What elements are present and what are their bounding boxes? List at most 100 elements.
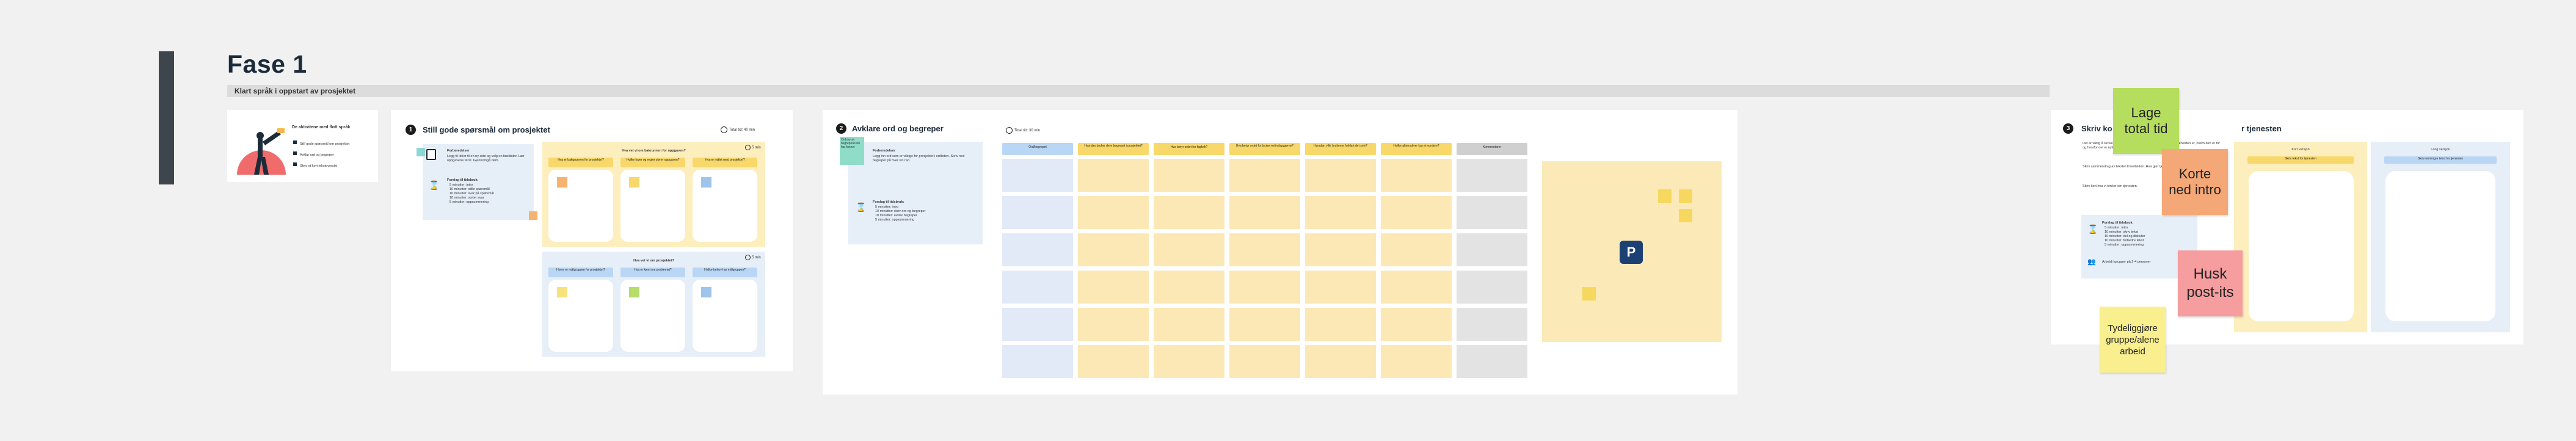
table-body: [1002, 159, 1527, 379]
column-header: Hvilke lover og regler styrer oppgaven?: [620, 158, 685, 167]
phase-subtitle: Klart språk i oppstart av prosjektet: [235, 87, 356, 95]
green-sticky-note[interactable]: Ordsky av begrepene du har funnet: [840, 137, 864, 165]
table-header: Hvordan bruker dere begrepet i prosjekte…: [1078, 143, 1149, 155]
forslag-item: 10 minutter: forbedre tekst: [2105, 239, 2144, 242]
table-cell[interactable]: [1002, 308, 1073, 341]
table-cell[interactable]: [1305, 308, 1376, 341]
sticky-note[interactable]: [629, 177, 639, 188]
sticky-note-husk-post-its[interactable]: Husk post-its: [2178, 250, 2243, 316]
parking-lot[interactable]: P: [1542, 161, 1722, 342]
column-header: Hva er målet med prosjektet?: [693, 158, 757, 167]
sticky-note[interactable]: [557, 287, 567, 297]
table-cell[interactable]: [1229, 196, 1300, 229]
table-header: Kommentarer: [1457, 143, 1527, 155]
panel-header: Hva vet vi om prosjektet?: [633, 259, 674, 263]
table-cell[interactable]: [1381, 196, 1452, 229]
sticky-note[interactable]: [701, 287, 711, 297]
table-cell[interactable]: [1154, 271, 1224, 304]
table-cell[interactable]: [1457, 196, 1527, 229]
table-cell[interactable]: [1381, 271, 1452, 304]
column-header: Skriv en lengre tekst for tjenesten: [2384, 156, 2497, 164]
table-cell[interactable]: [1305, 345, 1376, 378]
table-cell[interactable]: [1078, 196, 1149, 229]
timer-icon: [721, 126, 727, 133]
table-row: [1002, 196, 1527, 229]
table-cell[interactable]: [1381, 233, 1452, 266]
forslag-item: 5 minutter: oppsummering: [2105, 243, 2144, 247]
table-cell[interactable]: [1457, 345, 1527, 378]
table-cell[interactable]: [1078, 308, 1149, 341]
table-cell[interactable]: [1229, 308, 1300, 341]
forslag-item: 5 minutter: oppsummering: [875, 218, 914, 222]
intro-heading: De aktivitene med flott språk: [292, 125, 351, 129]
table-cell[interactable]: [1002, 345, 1073, 378]
table-cell[interactable]: [1078, 233, 1149, 266]
table-cell[interactable]: [1381, 308, 1452, 341]
intro-item-label: Skriv et kort tekstoversikt: [300, 164, 338, 168]
forslag-item: 10 minutter: del og diskuter: [2105, 235, 2145, 238]
table-cell[interactable]: [1229, 271, 1300, 304]
section1-frame[interactable]: 1 Still gode spørsmål om prosjektet Tota…: [391, 110, 793, 371]
table-cell[interactable]: [1381, 159, 1452, 192]
forslag-item: 5 minutter: oppsummering: [449, 200, 489, 204]
table-cell[interactable]: [1002, 196, 1073, 229]
sticky-note[interactable]: [1582, 287, 1596, 301]
section1-number: 1: [406, 125, 416, 135]
upper-question-panel: 5 min Hva vet vi om bakrunnen for oppgav…: [542, 142, 765, 247]
table-cell[interactable]: [1002, 233, 1073, 266]
table-cell[interactable]: [1229, 159, 1300, 192]
section3-title: Skriv ko: [2081, 124, 2112, 133]
forslag-title: Forslag til tidsbruk:: [447, 178, 479, 182]
section1-timer: Total tid: 40 min: [721, 126, 755, 133]
section2-frame[interactable]: 2 Avklare ord og begreper Total tid: 30 …: [823, 110, 1737, 395]
table-cell[interactable]: [1229, 233, 1300, 266]
table-header: Hvilke alternativer kan vi vurdere?: [1381, 143, 1452, 155]
table-cell[interactable]: [1305, 271, 1376, 304]
table-header: Hvordan ville brukerne forklart det selv…: [1305, 143, 1376, 155]
table-cell[interactable]: [1457, 233, 1527, 266]
hourglass-icon: ⌛: [2087, 224, 2098, 234]
sticky-note[interactable]: [1679, 209, 1692, 222]
table-cell[interactable]: [1457, 271, 1527, 304]
intro-item-label: Still gode spørsmål om prosjektet: [300, 142, 350, 146]
short-version-panel: Kort versjon Skriv tekst for tjenesten: [2234, 142, 2367, 332]
section2-number: 2: [836, 123, 846, 134]
sticky-note-korte-ned-intro[interactable]: Korte ned intro: [2162, 149, 2228, 215]
table-cell[interactable]: [1457, 308, 1527, 341]
table-cell[interactable]: [1078, 345, 1149, 378]
sticky-note[interactable]: [629, 287, 639, 297]
forslag-item: 10 minutter: sorter svar: [449, 196, 484, 200]
long-version-panel: Lang versjon Skriv en lengre tekst for t…: [2371, 142, 2510, 332]
table-cell[interactable]: [1002, 271, 1073, 304]
sticky-note-lage-total-tid[interactable]: Lage total tid: [2113, 88, 2179, 154]
sticky-note[interactable]: [701, 177, 711, 188]
table-cell[interactable]: [1154, 196, 1224, 229]
sticky-note-tydeliggjore[interactable]: Tydeliggjøre gruppe/alene arbeid: [2100, 307, 2166, 373]
table-cell[interactable]: [1229, 345, 1300, 378]
forslag-item: 10 minutter: skriv tekst: [2105, 230, 2139, 234]
table-cell[interactable]: [1002, 159, 1073, 192]
table-cell[interactable]: [1305, 233, 1376, 266]
table-cell[interactable]: [1078, 271, 1149, 304]
sticky-note[interactable]: [557, 177, 567, 188]
section2-timer: Total tid: 30 min: [1006, 127, 1040, 134]
writing-area[interactable]: [2249, 171, 2354, 321]
sticky-note[interactable]: [1658, 189, 1672, 203]
table-cell[interactable]: [1154, 159, 1224, 192]
teal-sticky-note[interactable]: [417, 148, 425, 156]
table-cell[interactable]: [1154, 308, 1224, 341]
writing-area[interactable]: [2385, 171, 2495, 321]
table-cell[interactable]: [1305, 159, 1376, 192]
table-cell[interactable]: [1457, 159, 1527, 192]
table-cell[interactable]: [1154, 345, 1224, 378]
orange-sticky-note[interactable]: [529, 211, 537, 220]
table-cell[interactable]: [1305, 196, 1376, 229]
table-cell[interactable]: [1154, 233, 1224, 266]
intro-card[interactable]: De aktivitene med flott språk Still gode…: [227, 110, 378, 182]
sticky-note[interactable]: [1679, 189, 1692, 203]
table-cell[interactable]: [1381, 345, 1452, 378]
subtitle-bar: [227, 85, 2050, 97]
table-cell[interactable]: [1078, 159, 1149, 192]
lower-question-panel: 5 min Hva vet vi om prosjektet? Hvem er …: [542, 252, 765, 357]
clipboard-icon: [426, 149, 436, 160]
